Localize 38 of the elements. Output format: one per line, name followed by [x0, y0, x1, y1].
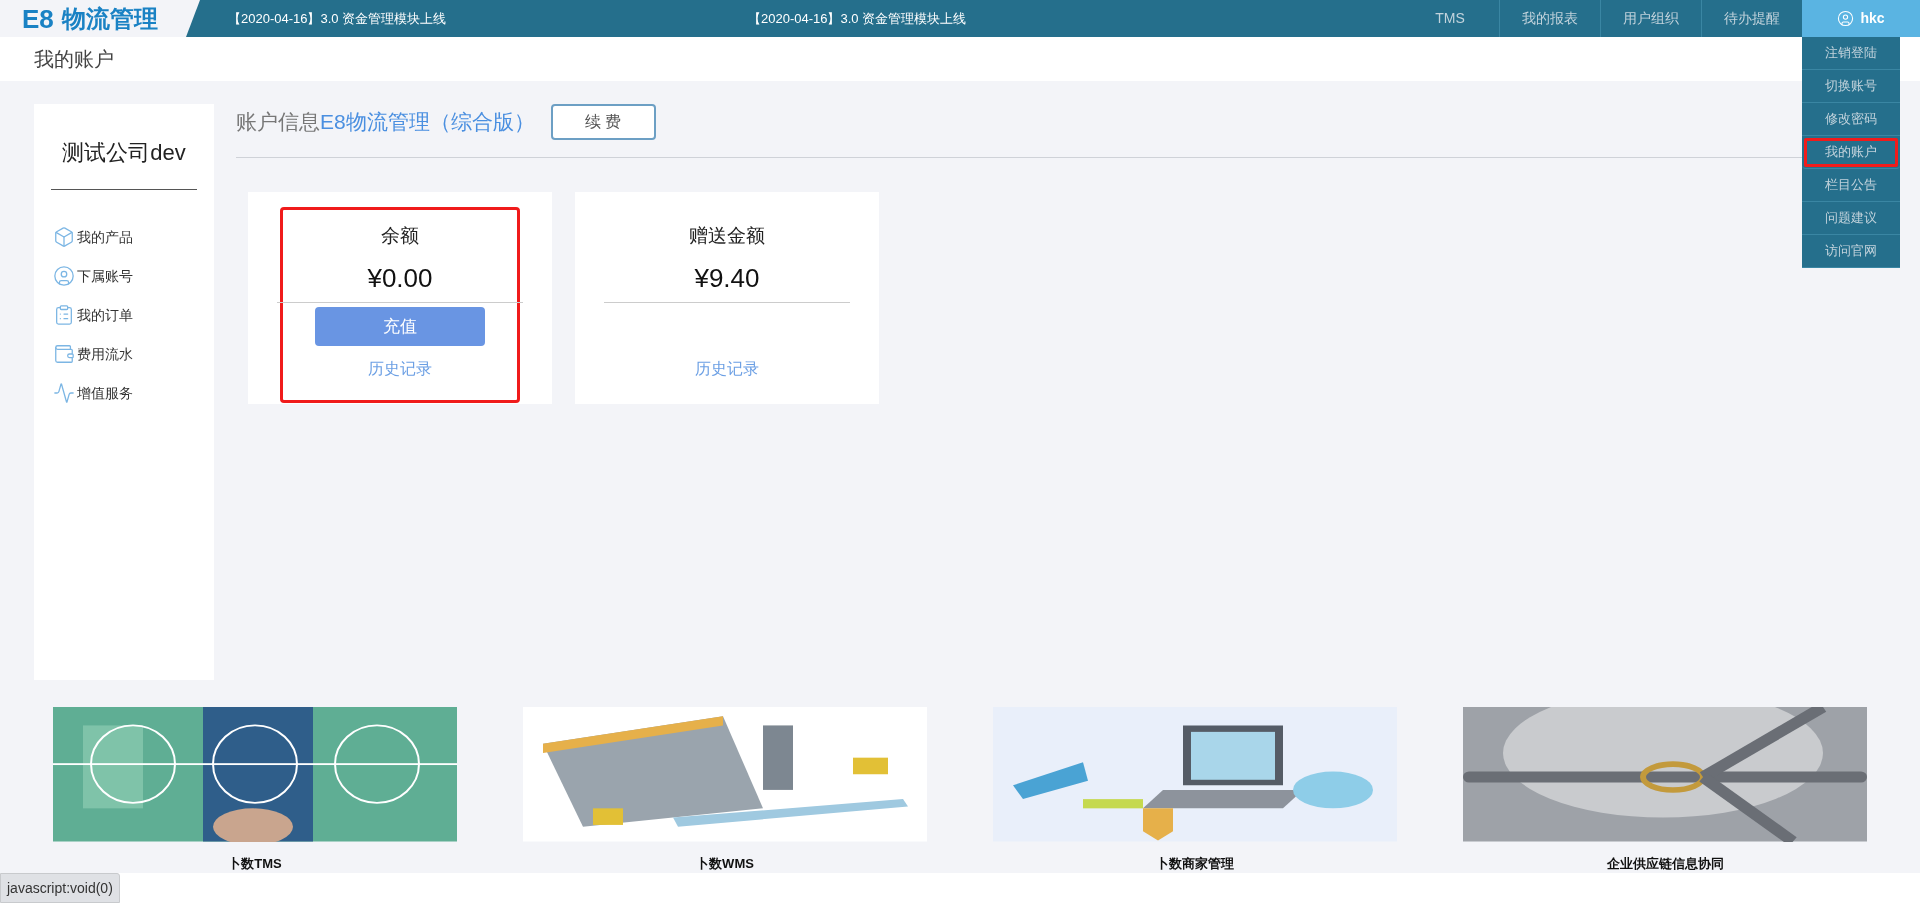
card-title: 赠送金额: [689, 224, 765, 248]
promo-caption[interactable]: 卜数WMS: [696, 853, 754, 873]
wallet-icon: [53, 343, 75, 365]
history-link[interactable]: 历史记录: [368, 356, 432, 381]
logo-text: 物流管理: [61, 6, 158, 31]
promo-caption[interactable]: 卜数TMS: [228, 853, 282, 873]
menu-item[interactable]: 我的账户: [1802, 136, 1900, 169]
user-menu-button[interactable]: hkc: [1802, 0, 1920, 37]
logo-mark: E8: [22, 5, 54, 32]
sidebar-item[interactable]: 增值服务: [53, 382, 197, 404]
nav-tab[interactable]: 我的报表: [1499, 0, 1600, 37]
recharge-button[interactable]: 充值: [315, 307, 485, 346]
renew-button[interactable]: 续 费: [550, 104, 656, 140]
status-bar: javascript:void(0): [0, 873, 120, 903]
nav-tab[interactable]: TMS: [1401, 0, 1499, 37]
product-name: E8物流管理（综合版）: [320, 110, 535, 134]
amount-text: ¥0.00: [367, 261, 433, 295]
line-chart-icon: [53, 382, 75, 404]
company-name: 测试公司dev: [62, 139, 186, 167]
history-link[interactable]: 历史记录: [695, 356, 759, 381]
notice-text[interactable]: 【2020-04-16】3.0 资金管理模块上线: [748, 8, 1268, 29]
page-title: 我的账户: [34, 47, 114, 72]
sidebar-item[interactable]: 我的产品: [53, 226, 197, 248]
section-heading: 账户信息: [236, 110, 320, 134]
clipboard-icon: [53, 304, 75, 326]
promo-caption[interactable]: 卜数商家管理: [1156, 853, 1234, 873]
user-icon: [1837, 10, 1855, 27]
menu-item[interactable]: 注销登陆: [1802, 37, 1900, 70]
sidebar-item[interactable]: 我的订单: [53, 304, 197, 326]
nav-tab[interactable]: 用户组织: [1600, 0, 1701, 37]
sidebar-item[interactable]: 费用流水: [53, 343, 197, 365]
cube-icon: [53, 226, 75, 248]
amount-text: ¥9.40: [694, 261, 760, 295]
card-title: 余额: [381, 224, 419, 248]
notice-text[interactable]: 【2020-04-16】3.0 资金管理模块上线: [228, 8, 748, 29]
sidebar-item[interactable]: 下属账号: [53, 265, 197, 287]
person-icon: [53, 265, 75, 287]
promo-caption[interactable]: 企业供应链信息协同: [1606, 853, 1724, 873]
